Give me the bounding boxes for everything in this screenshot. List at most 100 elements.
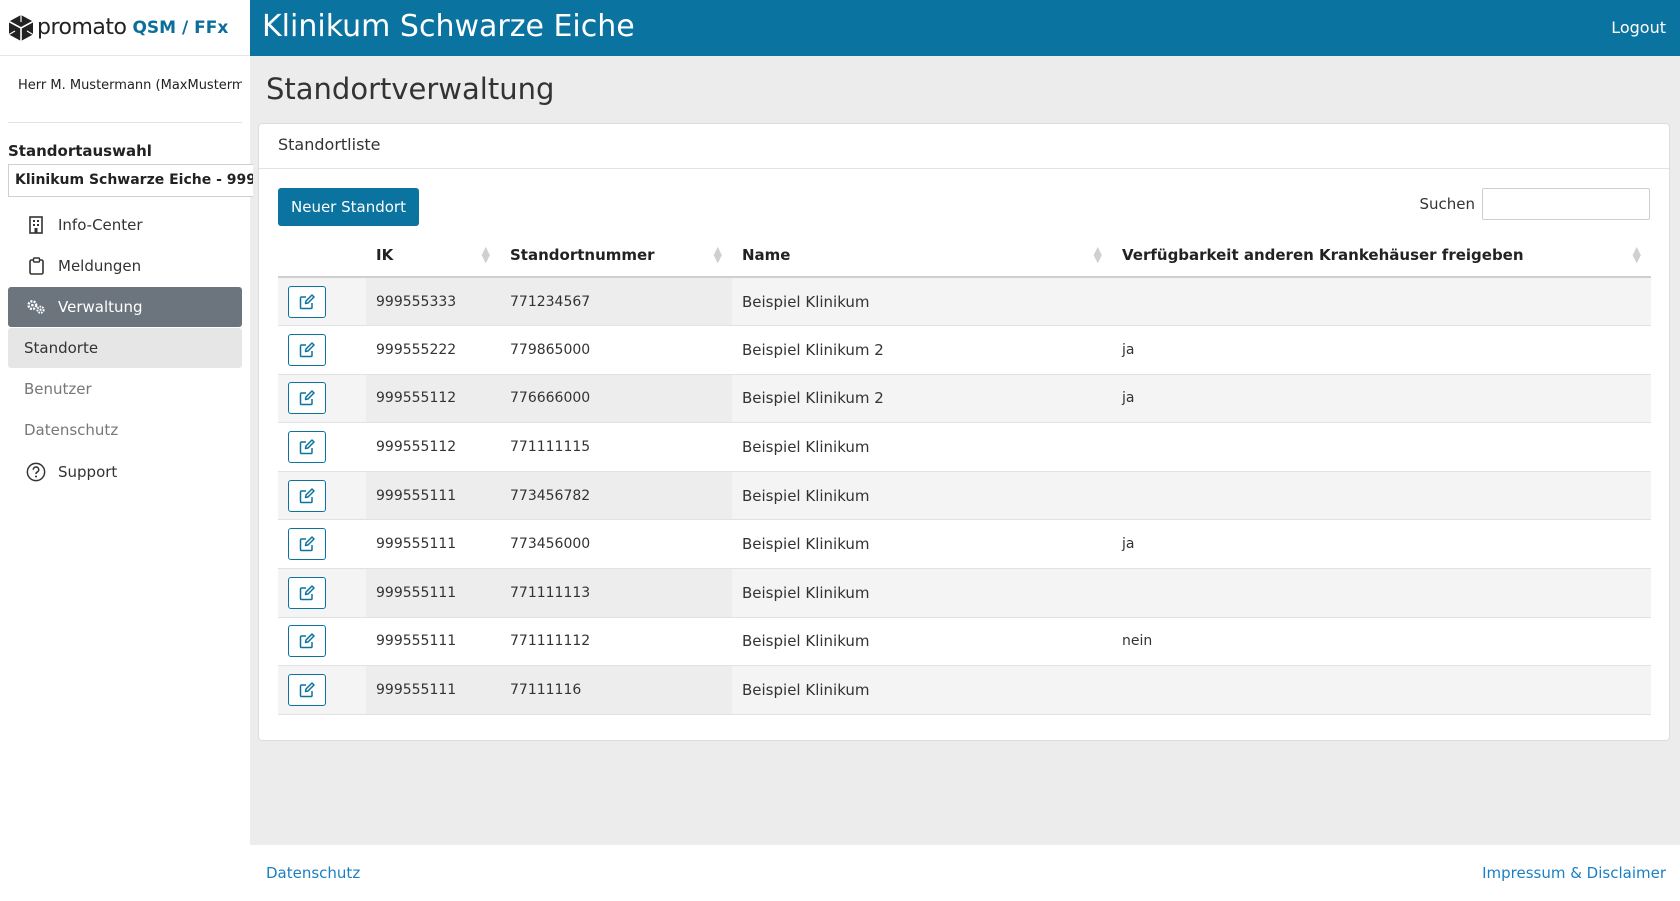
ik-cell: 999555333 (366, 277, 500, 327)
name-cell: Beispiel Klinikum (732, 617, 1112, 667)
name-cell: Beispiel Klinikum (732, 568, 1112, 618)
availability-cell: ja (1112, 325, 1651, 375)
clipboard-icon (26, 256, 46, 276)
availability-cell (1112, 568, 1651, 618)
sidebar-item-label: Verwaltung (58, 298, 143, 316)
sidebar-item-benutzer[interactable]: Benutzer (8, 369, 242, 409)
gears-icon (26, 297, 46, 317)
name-cell: Beispiel Klinikum 2 (732, 374, 1112, 424)
table-row: 999555111 771111112 Beispiel Klinikum nein (278, 617, 1651, 667)
edit-icon (299, 293, 315, 310)
action-cell (278, 665, 366, 715)
name-cell: Beispiel Klinikum (732, 422, 1112, 472)
availability-cell (1112, 471, 1651, 521)
site-select[interactable]: Klinikum Schwarze Eiche - 999555333 (8, 164, 253, 197)
name-cell: Beispiel Klinikum 2 (732, 325, 1112, 375)
edit-icon (299, 390, 315, 406)
edit-button[interactable] (288, 285, 326, 318)
site-list-card: Standortliste Neuer Standort Suchen IK ▲… (258, 123, 1670, 741)
site-number-cell: 773456000 (500, 519, 732, 570)
logout-link[interactable]: Logout (1611, 18, 1666, 37)
table-row: 999555111 773456782 Beispiel Klinikum (278, 471, 1651, 521)
edit-button[interactable] (288, 528, 326, 561)
edit-icon (299, 682, 315, 698)
table-row: 999555112 771111115 Beispiel Klinikum (278, 422, 1651, 472)
action-cell (278, 471, 366, 521)
column-header-name[interactable]: Name ▲ ▼ (732, 234, 1112, 278)
availability-cell: ja (1112, 519, 1651, 570)
top-header: Klinikum Schwarze Eiche Logout (250, 0, 1680, 56)
brand-logo[interactable]: promato QSM / FFx (0, 0, 250, 56)
availability-cell: ja (1112, 374, 1651, 424)
ik-cell: 999555112 (366, 422, 500, 472)
sort-icon: ▲ ▼ (1632, 244, 1641, 265)
ik-cell: 999555111 (366, 617, 500, 667)
site-number-cell: 771111112 (500, 617, 732, 667)
new-site-button[interactable]: Neuer Standort (278, 188, 419, 226)
sort-icon: ▲ ▼ (481, 244, 490, 265)
edit-icon (299, 487, 315, 504)
search-input[interactable] (1482, 188, 1650, 220)
edit-button[interactable] (288, 576, 326, 609)
edit-button[interactable] (288, 382, 326, 415)
ik-cell: 999555222 (366, 325, 500, 375)
building-icon (26, 215, 46, 235)
name-cell: Beispiel Klinikum (732, 665, 1112, 715)
table-row: 999555111 773456000 Beispiel Klinikum ja (278, 519, 1651, 570)
footer-impressum-link[interactable]: Impressum & Disclaimer (1482, 864, 1666, 882)
sidebar: promato QSM / FFx Herr M. Mustermann (Ma… (0, 0, 253, 901)
column-header-actions (278, 234, 366, 278)
site-number-cell: 771111115 (500, 422, 732, 472)
edit-icon (299, 633, 315, 649)
table-row: 999555111 77111116 Beispiel Klinikum (278, 665, 1651, 715)
ik-cell: 999555111 (366, 471, 500, 521)
edit-button[interactable] (288, 479, 326, 512)
footer-datenschutz-link[interactable]: Datenschutz (266, 864, 360, 882)
action-cell (278, 519, 366, 570)
edit-icon (299, 585, 315, 601)
page-title: Standortverwaltung (266, 72, 555, 106)
sidebar-item-verwaltung[interactable]: Verwaltung (8, 287, 242, 327)
sidebar-divider (8, 122, 242, 123)
sidebar-item-label: Meldungen (58, 257, 142, 275)
table-row: 999555333 771234567 Beispiel Klinikum (278, 277, 1651, 327)
action-cell (278, 568, 366, 618)
action-cell (278, 277, 366, 327)
sidebar-item-datenschutz[interactable]: Datenschutz (8, 410, 242, 450)
action-cell (278, 325, 366, 375)
availability-cell (1112, 422, 1651, 472)
table-row: 999555222 779865000 Beispiel Klinikum 2 ja (278, 325, 1651, 375)
question-circle-icon (26, 462, 46, 482)
sidebar-item-label: Datenschutz (24, 421, 119, 439)
sidebar-item-label: Benutzer (24, 380, 92, 398)
action-cell (278, 374, 366, 424)
site-number-cell: 77111116 (500, 665, 732, 715)
edit-icon (299, 439, 315, 455)
edit-icon (299, 536, 315, 552)
site-number-cell: 773456782 (500, 471, 732, 521)
edit-button[interactable] (288, 431, 326, 464)
site-number-cell: 776666000 (500, 374, 732, 424)
sidebar-item-meldungen[interactable]: Meldungen (8, 246, 242, 286)
column-header-standortnummer[interactable]: Standortnummer ▲ ▼ (500, 234, 732, 278)
card-title: Standortliste (259, 124, 1669, 169)
site-table: IK ▲ ▼ Standortnummer ▲ ▼ Name ▲ ▼ Verfügba… (278, 234, 1651, 715)
column-header-availability[interactable]: Verfügbarkeit anderen Krankehäuser freig… (1112, 234, 1651, 278)
edit-button[interactable] (288, 333, 326, 366)
sidebar-item-label: Info-Center (58, 216, 143, 234)
sidebar-item-support[interactable]: Support (8, 452, 242, 492)
brand-product: QSM / FFx (132, 17, 229, 38)
header-title: Klinikum Schwarze Eiche (262, 9, 635, 44)
site-number-cell: 779865000 (500, 325, 732, 375)
table-row: 999555112 776666000 Beispiel Klinikum 2 ja (278, 374, 1651, 424)
sidebar-item-standorte[interactable]: Standorte (8, 328, 242, 368)
footer: Datenschutz Impressum & Disclaimer (250, 845, 1680, 901)
sort-icon: ▲ ▼ (1093, 244, 1102, 265)
name-cell: Beispiel Klinikum (732, 471, 1112, 521)
edit-button[interactable] (288, 674, 326, 707)
site-number-cell: 771111113 (500, 568, 732, 618)
edit-button[interactable] (288, 625, 326, 658)
column-header-ik[interactable]: IK ▲ ▼ (366, 234, 500, 278)
ik-cell: 999555111 (366, 665, 500, 715)
sidebar-item-info-center[interactable]: Info-Center (8, 205, 242, 245)
